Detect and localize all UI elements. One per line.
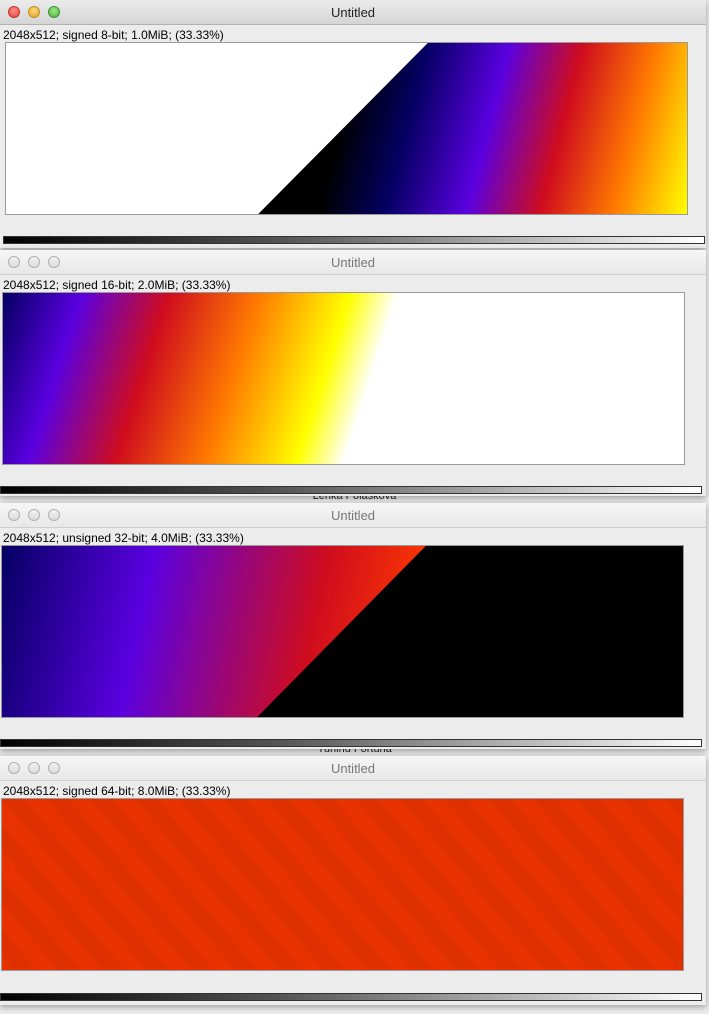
title-bar[interactable]: Untitled <box>0 250 706 275</box>
image-info: 2048x512; signed 64-bit; 8.0MiB; (33.33%… <box>3 784 231 798</box>
window-title: Untitled <box>330 255 376 270</box>
title-bar[interactable]: Untitled <box>0 503 706 528</box>
image-info: 2048x512; unsigned 32-bit; 4.0MiB; (33.3… <box>3 531 244 545</box>
window-title: Untitled <box>330 761 376 776</box>
title-bar[interactable]: Untitled <box>0 0 706 25</box>
image-canvas[interactable] <box>5 42 688 215</box>
image-info: 2048x512; signed 8-bit; 1.0MiB; (33.33%) <box>3 28 224 42</box>
window-title: Untitled <box>330 508 376 523</box>
image-canvas[interactable] <box>1 545 684 718</box>
lut-bar <box>3 236 705 244</box>
image-64bit <box>2 799 683 970</box>
image-16bit <box>3 293 684 464</box>
image-8bit <box>6 43 687 214</box>
image-window-16bit[interactable]: Untitled 2048x512; signed 16-bit; 2.0MiB… <box>0 250 706 496</box>
window-title: Untitled <box>330 5 376 20</box>
lut-bar <box>0 993 702 1001</box>
image-window-8bit[interactable]: Untitled 2048x512; signed 8-bit; 1.0MiB;… <box>0 0 706 248</box>
image-window-64bit[interactable]: Untitled 2048x512; signed 64-bit; 8.0MiB… <box>0 756 706 1005</box>
image-window-32bit[interactable]: Untitled 2048x512; unsigned 32-bit; 4.0M… <box>0 503 706 749</box>
image-info: 2048x512; signed 16-bit; 2.0MiB; (33.33%… <box>3 278 231 292</box>
image-canvas[interactable] <box>1 798 684 971</box>
image-canvas[interactable] <box>2 292 685 465</box>
lut-bar <box>0 486 702 494</box>
image-32bit <box>2 546 683 717</box>
title-bar[interactable]: Untitled <box>0 756 706 781</box>
lut-bar <box>0 739 702 747</box>
